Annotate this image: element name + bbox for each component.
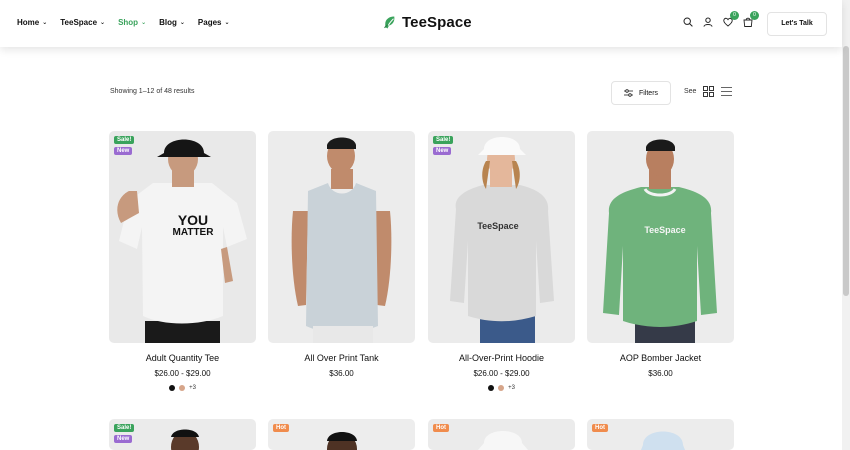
header-icons: 0 0 bbox=[683, 11, 759, 27]
model-photo: YOU MATTER bbox=[117, 139, 247, 343]
user-icon[interactable] bbox=[703, 17, 713, 27]
filter-sliders-icon bbox=[623, 89, 633, 97]
product-image[interactable]: TeeSpace bbox=[587, 131, 734, 343]
nav-blog[interactable]: Blog ⌄ bbox=[159, 18, 185, 27]
nav-shop-label: Shop bbox=[118, 18, 139, 27]
cart-icon[interactable]: 0 bbox=[743, 11, 759, 27]
new-badge: New bbox=[114, 147, 133, 155]
product-image[interactable] bbox=[268, 131, 415, 343]
wishlist-icon[interactable]: 0 bbox=[723, 11, 739, 27]
sale-badge: Sale! bbox=[114, 424, 135, 432]
nav-home-label: Home bbox=[17, 18, 40, 27]
product-card[interactable]: Sale! New bbox=[109, 419, 256, 450]
nav-pages[interactable]: Pages ⌄ bbox=[198, 18, 230, 27]
lets-talk-button[interactable]: Let's Talk bbox=[767, 12, 827, 36]
product-name[interactable]: Adult Quantity Tee bbox=[109, 353, 256, 363]
nav-teespace-label: TeeSpace bbox=[60, 18, 98, 27]
nav-shop[interactable]: Shop ⌄ bbox=[118, 18, 146, 27]
product-image[interactable]: Hot bbox=[428, 419, 575, 450]
product-card[interactable]: Hot bbox=[268, 419, 415, 450]
shirt-print-matter: MATTER bbox=[173, 227, 215, 238]
model-photo bbox=[291, 137, 392, 343]
model-photo bbox=[478, 431, 528, 450]
product-tags: Hot bbox=[273, 424, 289, 432]
cart-count-badge: 0 bbox=[750, 11, 759, 20]
new-badge: New bbox=[114, 435, 133, 443]
more-colors[interactable]: +3 bbox=[508, 385, 515, 391]
model-photo: TeeSpace bbox=[603, 139, 717, 343]
scrollbar-thumb[interactable] bbox=[843, 46, 849, 296]
model-photo bbox=[641, 431, 685, 450]
product-name[interactable]: All Over Print Tank bbox=[268, 353, 415, 363]
shirt-print-teespace: TeeSpace bbox=[477, 221, 518, 231]
product-card[interactable]: Sale! New YOU MATTER Adult Quantity Tee … bbox=[109, 131, 256, 391]
product-price: $26.00 - $29.00 bbox=[154, 369, 211, 378]
product-image[interactable]: Sale! New YOU MATTER bbox=[109, 131, 256, 343]
model-photo bbox=[327, 432, 357, 450]
swatch-tan[interactable] bbox=[179, 385, 186, 391]
product-tags: Hot bbox=[592, 424, 608, 432]
product-tags: Hot bbox=[433, 424, 449, 432]
grid-view-icon[interactable] bbox=[703, 86, 714, 97]
results-count: Showing 1–12 of 48 results bbox=[110, 88, 195, 95]
nav-pages-label: Pages bbox=[197, 18, 222, 27]
page-scrollbar[interactable] bbox=[842, 0, 850, 450]
filters-button[interactable]: Filters bbox=[611, 81, 671, 105]
product-image[interactable]: Hot bbox=[268, 419, 415, 450]
logo-text: TeeSpace bbox=[402, 14, 472, 31]
chevron-down-icon: ⌄ bbox=[100, 20, 106, 26]
product-image[interactable]: Sale! New bbox=[109, 419, 256, 450]
hot-badge: Hot bbox=[273, 424, 289, 432]
product-tags: Sale! New bbox=[433, 136, 454, 155]
product-price: $36.00 bbox=[648, 369, 673, 378]
chevron-down-icon: ⌄ bbox=[179, 20, 185, 26]
view-see-label: See bbox=[684, 88, 697, 95]
site-header: Home ⌄ TeeSpace ⌄ Shop ⌄ Blog ⌄ Pages ⌄ bbox=[0, 0, 842, 47]
product-card[interactable]: TeeSpace AOP Bomber Jacket $36.00 bbox=[587, 131, 734, 378]
shirt-print-you: YOU bbox=[178, 212, 208, 228]
product-card[interactable]: Hot bbox=[428, 419, 575, 450]
swatch-tan[interactable] bbox=[498, 385, 505, 391]
swatch-black[interactable] bbox=[488, 385, 495, 391]
product-image[interactable]: Sale! New TeeSpace bbox=[428, 131, 575, 343]
chevron-down-icon: ⌄ bbox=[42, 20, 48, 26]
color-swatches: +3 bbox=[109, 385, 256, 391]
swatch-black[interactable] bbox=[169, 385, 176, 391]
sale-badge: Sale! bbox=[433, 136, 454, 144]
nav-home[interactable]: Home ⌄ bbox=[17, 18, 47, 27]
product-name[interactable]: All-Over-Print Hoodie bbox=[428, 353, 575, 363]
nav-teespace[interactable]: TeeSpace ⌄ bbox=[60, 18, 105, 27]
nav-blog-label: Blog bbox=[159, 18, 177, 27]
sale-badge: Sale! bbox=[114, 136, 135, 144]
shirt-print-teespace: TeeSpace bbox=[644, 225, 685, 235]
product-name[interactable]: AOP Bomber Jacket bbox=[587, 353, 734, 363]
list-view-icon[interactable] bbox=[721, 87, 732, 96]
product-card[interactable]: Sale! New TeeSpace All-Over-Print Hoodie… bbox=[428, 131, 575, 391]
wishlist-count-badge: 0 bbox=[730, 11, 739, 20]
chevron-down-icon: ⌄ bbox=[224, 20, 230, 26]
product-image[interactable]: Hot bbox=[587, 419, 734, 450]
filters-label: Filters bbox=[638, 89, 659, 97]
model-photo: TeeSpace bbox=[450, 137, 554, 343]
product-tags: Sale! New bbox=[114, 424, 135, 443]
search-icon[interactable] bbox=[683, 17, 693, 27]
product-price: $26.00 - $29.00 bbox=[473, 369, 530, 378]
more-colors[interactable]: +3 bbox=[189, 385, 196, 391]
hot-badge: Hot bbox=[433, 424, 449, 432]
product-price: $36.00 bbox=[329, 369, 354, 378]
product-card[interactable]: All Over Print Tank $36.00 bbox=[268, 131, 415, 378]
new-badge: New bbox=[433, 147, 452, 155]
product-card[interactable]: Hot bbox=[587, 419, 734, 450]
chevron-down-icon: ⌄ bbox=[141, 20, 147, 26]
product-tags: Sale! New bbox=[114, 136, 135, 155]
main-nav: Home ⌄ TeeSpace ⌄ Shop ⌄ Blog ⌄ Pages ⌄ bbox=[17, 18, 243, 27]
site-logo[interactable]: TeeSpace bbox=[383, 14, 472, 31]
leaf-hand-icon bbox=[383, 15, 398, 30]
color-swatches: +3 bbox=[428, 385, 575, 391]
hot-badge: Hot bbox=[592, 424, 608, 432]
